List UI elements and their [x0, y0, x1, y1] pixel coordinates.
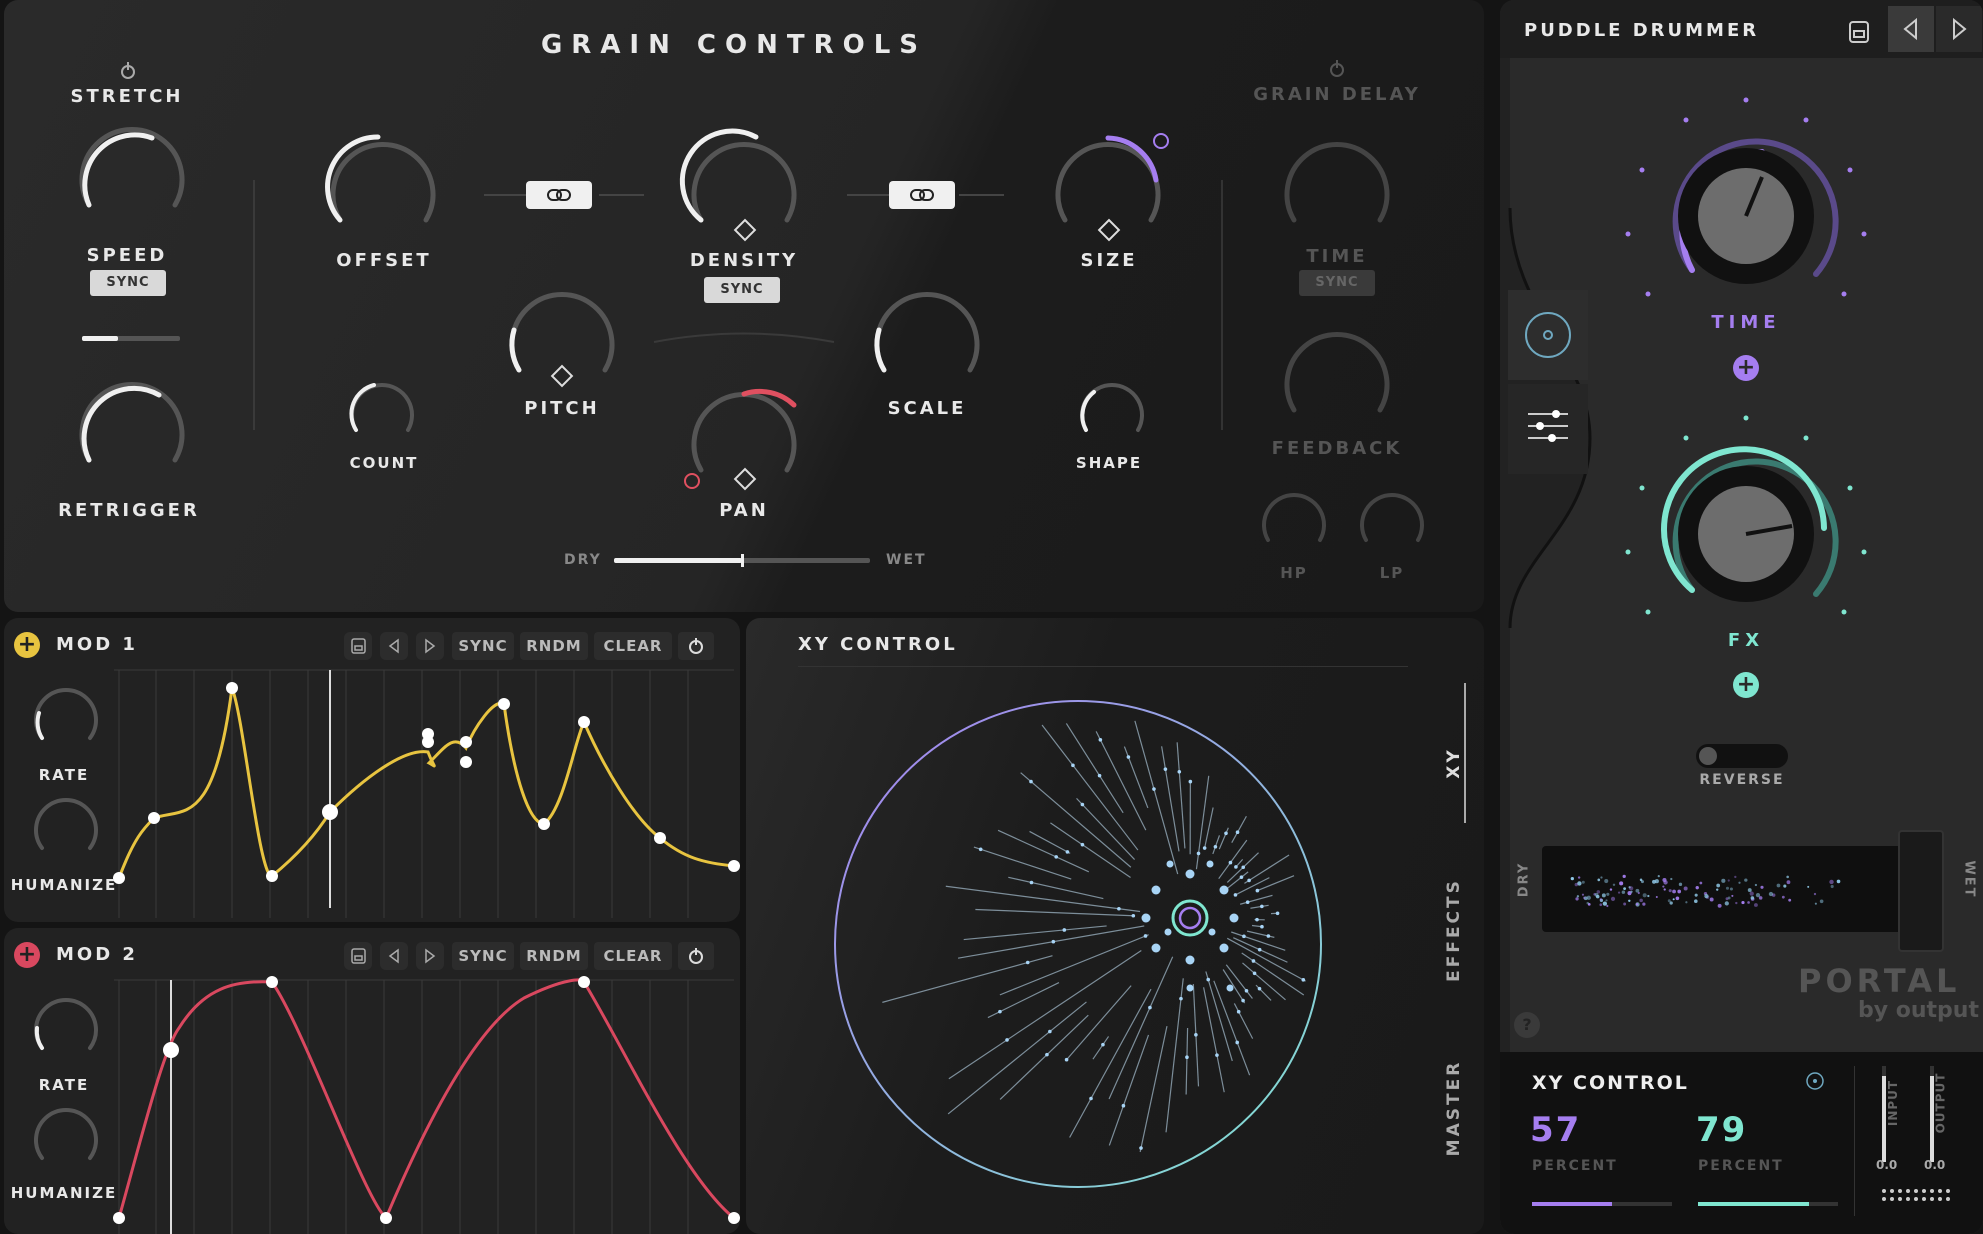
next-preset-icon[interactable]	[1936, 6, 1982, 52]
dry-label: DRY	[564, 552, 602, 568]
scale-knob[interactable]	[874, 291, 980, 373]
mod1-rate-label: RATE	[38, 766, 90, 784]
grain-controls-panel: GRAIN CONTROLS STRETCH SPEED SYNC RETRIG…	[4, 0, 1484, 612]
wet-label: WET	[886, 552, 927, 568]
xy-readout-panel: XY CONTROL 57 PERCENT 79 PERCENT INPUT 0…	[1500, 1052, 1983, 1234]
mod2-humanize-knob[interactable]	[34, 1108, 98, 1160]
wet-label-main: WET	[1961, 860, 1977, 899]
scale-label: SCALE	[887, 398, 967, 419]
dry-wet-visual	[1570, 874, 1841, 908]
offset-label: OFFSET	[336, 250, 432, 271]
save-icon[interactable]	[1840, 14, 1876, 50]
delay-time-label: TIME	[1306, 246, 1368, 267]
pitch-label: PITCH	[524, 398, 600, 419]
mod2-panel: + MOD 2 SYNC RNDM CLEAR RATE HUMANIZE	[4, 928, 740, 1234]
pan-knob[interactable]	[684, 388, 797, 491]
shape-label: SHAPE	[1075, 454, 1143, 472]
help-icon[interactable]: ?	[1514, 1012, 1540, 1038]
count-label: COUNT	[349, 454, 419, 472]
x-bar	[1532, 1202, 1672, 1206]
divider	[1854, 1066, 1855, 1216]
shape-knob[interactable]	[1080, 383, 1144, 432]
density-knob[interactable]	[679, 128, 797, 242]
count-knob[interactable]	[349, 383, 414, 432]
fx-add-mod-icon[interactable]: +	[1733, 672, 1759, 698]
grain-delay-title: GRAIN DELAY	[1253, 84, 1421, 105]
link-icon	[547, 189, 571, 201]
dry-label-main: DRY	[1516, 861, 1532, 898]
lp-knob[interactable]	[1360, 493, 1424, 542]
stretch-label: STRETCH	[70, 86, 184, 107]
output-logo: by output	[1858, 998, 1979, 1023]
x-value: 57	[1530, 1110, 1582, 1150]
mod2-humanize-label: HUMANIZE	[10, 1184, 118, 1202]
feedback-label: FEEDBACK	[1271, 438, 1403, 459]
link-icon	[910, 189, 934, 201]
reverse-toggle[interactable]	[1696, 744, 1788, 768]
time-macro-knob[interactable]	[1625, 97, 1867, 297]
hp-knob[interactable]	[1262, 493, 1326, 542]
speed-sync-button[interactable]: SYNC	[90, 270, 166, 296]
resize-grip-icon[interactable]	[1880, 1186, 1960, 1206]
delay-time-knob[interactable]	[1284, 141, 1390, 223]
xy-control-panel: XY CONTROL XY EFFECTS MASTER	[746, 618, 1484, 1234]
dry-wet-handle[interactable]	[1898, 830, 1944, 952]
link-offset-density-button[interactable]	[526, 181, 592, 209]
link-density-size-button[interactable]	[889, 181, 955, 209]
preset-name[interactable]: PUDDLE DRUMMER	[1524, 20, 1759, 41]
prev-preset-icon[interactable]	[1888, 6, 1934, 52]
tab-indicator	[1464, 683, 1466, 823]
xy-target-icon[interactable]	[1804, 1070, 1826, 1092]
retrigger-label: RETRIGGER	[58, 500, 200, 521]
dry-wet-slider-main[interactable]	[1542, 846, 1902, 932]
feedback-knob[interactable]	[1284, 331, 1390, 413]
reverse-label: REVERSE	[1699, 772, 1785, 788]
retrigger-knob[interactable]	[79, 381, 185, 463]
mod1-humanize-knob[interactable]	[34, 798, 98, 850]
fx-macro-label: FX	[1727, 630, 1765, 651]
fx-macro-knob[interactable]	[1625, 415, 1867, 615]
y-value: 79	[1696, 1110, 1748, 1150]
mod1-rate-knob[interactable]	[34, 688, 98, 740]
x-unit: PERCENT	[1532, 1158, 1618, 1174]
main-control-panel: PUDDLE DRUMMER TIME + FX + REVERSE DRY W…	[1500, 0, 1983, 1234]
pitch-knob[interactable]	[509, 291, 615, 388]
dry-wet-slider[interactable]	[614, 554, 870, 567]
lp-label: LP	[1379, 564, 1405, 582]
mod1-humanize-label: HUMANIZE	[10, 876, 118, 894]
y-unit: PERCENT	[1698, 1158, 1784, 1174]
delay-time-sync-button[interactable]: SYNC	[1299, 270, 1375, 296]
mod2-rate-label: RATE	[38, 1076, 90, 1094]
speed-label: SPEED	[86, 245, 168, 266]
stretch-power-icon[interactable]	[121, 62, 135, 79]
time-add-mod-icon[interactable]: +	[1733, 355, 1759, 381]
grain-delay-power-icon[interactable]	[1330, 60, 1344, 77]
density-label: DENSITY	[689, 250, 799, 271]
time-macro-label: TIME	[1711, 312, 1781, 333]
output-value: 0.0	[1924, 1158, 1946, 1172]
speed-slider[interactable]	[82, 336, 180, 341]
portal-logo: PORTAL	[1798, 962, 1961, 1000]
hp-label: HP	[1280, 564, 1308, 582]
size-label: SIZE	[1080, 250, 1138, 271]
input-label: INPUT	[1886, 1079, 1901, 1127]
output-label: OUTPUT	[1933, 1072, 1948, 1134]
mod1-panel: + MOD 1 SYNC RNDM CLEAR RATE HUMANIZE	[4, 618, 740, 922]
input-value: 0.0	[1876, 1158, 1898, 1172]
tab-master[interactable]: MASTER	[1444, 1038, 1464, 1178]
pan-label: PAN	[719, 500, 769, 521]
xy-readout-title: XY CONTROL	[1532, 1072, 1689, 1094]
tab-xy[interactable]: XY	[1444, 713, 1464, 813]
tab-effects[interactable]: EFFECTS	[1444, 850, 1464, 1010]
size-knob[interactable]	[1055, 133, 1169, 242]
mod2-rate-knob[interactable]	[34, 998, 98, 1050]
offset-knob[interactable]	[325, 134, 436, 223]
density-sync-button[interactable]: SYNC	[704, 277, 780, 303]
y-bar	[1698, 1202, 1838, 1206]
xy-pad[interactable]	[746, 618, 1484, 1234]
speed-knob[interactable]	[79, 126, 185, 208]
